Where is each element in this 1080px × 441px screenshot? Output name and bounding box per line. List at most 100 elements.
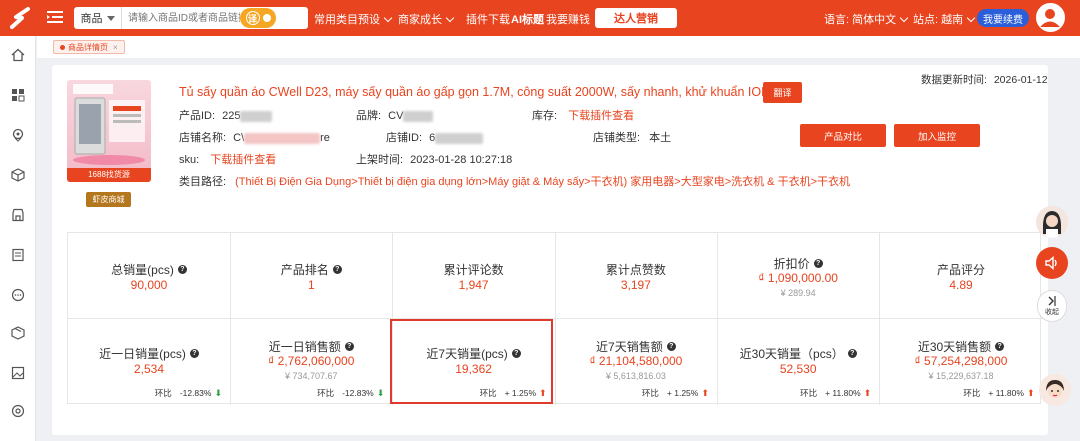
metric-value: 90,000: [130, 278, 168, 292]
shop-type-label: 店铺类型:: [593, 132, 641, 144]
nav-ai-title[interactable]: AI标题: [511, 11, 544, 27]
category-path-label: 类目路径:: [179, 176, 227, 188]
metric-sub-value: ¥ 734,707.67: [285, 371, 338, 381]
nav-plugin-download[interactable]: 插件下载: [466, 11, 510, 27]
metric-label-text: 近30天销售额: [917, 340, 992, 354]
metric-value: 52,530: [779, 362, 817, 376]
home-icon[interactable]: [11, 48, 25, 62]
metric-value: 3,197: [620, 278, 651, 292]
translate-toggle[interactable]: 译: [240, 8, 276, 28]
left-sidebar: [0, 36, 36, 441]
source-1688-badge[interactable]: 1688找货源: [67, 168, 151, 182]
product-id-value[interactable]: 225: [222, 110, 240, 122]
user-avatar[interactable]: [1036, 3, 1065, 32]
document-icon[interactable]: [11, 248, 25, 262]
menu-toggle-icon[interactable]: [47, 10, 63, 24]
nav-label: 常用类目预设: [314, 14, 380, 26]
add-monitor-button[interactable]: 加入监控: [894, 124, 980, 147]
product-photo: [73, 84, 145, 165]
site-select[interactable]: 站点: 越南: [913, 11, 976, 27]
category-path-row: 类目路径: (Thiết Bị Điện Gia Dụng>Thiết bị đ…: [179, 173, 850, 189]
search-icon: [286, 11, 301, 26]
brand-label: 品牌:: [356, 110, 382, 122]
sound-button[interactable]: [1036, 247, 1068, 279]
arrow-up-icon: ⬆: [701, 387, 709, 398]
language-select[interactable]: 语言: 简体中文: [824, 11, 909, 27]
chat-icon[interactable]: [11, 288, 25, 302]
settings-icon[interactable]: [11, 404, 25, 418]
customer-service-avatar[interactable]: [1036, 206, 1068, 238]
nav-label: 商家成长: [398, 14, 442, 26]
nav-earn-money[interactable]: 我要赚钱: [546, 11, 590, 27]
search-type-select[interactable]: 商品: [74, 7, 122, 29]
close-icon[interactable]: ×: [113, 43, 118, 52]
site-label: 站点: 越南: [913, 14, 964, 26]
dashboard-icon[interactable]: [11, 88, 25, 102]
brand-value: CV: [388, 110, 404, 122]
search-button[interactable]: [278, 7, 308, 29]
metric-label: 近一日销量(pcs)?: [68, 345, 230, 362]
metrics-grid: 总销量(pcs)? 90,000 产品排名? 1 累计评论数 1,947 累计点赞数 3,19…: [67, 232, 1043, 405]
compare-button[interactable]: 产品对比: [800, 124, 886, 147]
help-icon[interactable]: ?: [177, 265, 187, 274]
stock-download-link[interactable]: 下载插件查看: [568, 110, 634, 122]
store-icon[interactable]: [11, 208, 25, 222]
metric-label-text: 产品排名: [280, 263, 329, 277]
nav-merchant-growth[interactable]: 商家成长: [398, 11, 455, 27]
help-icon[interactable]: ?: [666, 342, 676, 351]
metric-value: ₫ 1,090,000.00: [758, 271, 838, 285]
app-logo-icon[interactable]: [6, 4, 34, 32]
top-bar: 商品 译 常用类目预设 商家成长 插件下载 AI标题 我要赚钱 达人营销 语言:…: [0, 0, 1080, 36]
help-icon[interactable]: ?: [189, 349, 199, 358]
assistant-avatar[interactable]: [1039, 374, 1071, 406]
metric-cell: 产品评分 4.89: [879, 233, 1043, 319]
location-icon[interactable]: [11, 128, 25, 142]
renew-button[interactable]: 我要续费: [977, 9, 1029, 27]
metric-cell: 累计评论数 1,947: [392, 233, 556, 319]
help-icon[interactable]: ?: [995, 342, 1005, 351]
tab-product-detail[interactable]: 商品详情页 ×: [53, 40, 125, 54]
ratio-label: 环比: [317, 388, 335, 398]
help-icon[interactable]: ?: [344, 342, 354, 351]
help-icon[interactable]: ?: [332, 265, 342, 274]
category-path-link[interactable]: (Thiết Bị Điện Gia Dụng>Thiết bị điện gi…: [235, 176, 850, 188]
ratio-value: -12.83%: [179, 388, 212, 398]
chevron-down-icon: [966, 13, 976, 22]
nav-category-preset[interactable]: 常用类目预设: [314, 11, 393, 27]
metric-label: 近30天销量（pcs）?: [717, 345, 879, 362]
sku-download-link[interactable]: 下载插件查看: [210, 154, 276, 166]
ratio-label: 环比: [963, 388, 981, 398]
translate-button[interactable]: 翻译: [763, 82, 802, 103]
shop-name-value[interactable]: C\: [233, 132, 244, 144]
image-icon[interactable]: [11, 366, 25, 380]
metric-ratio: 环比 + 11.80% ⬆: [963, 387, 1034, 399]
tab-strip: 商品详情页 ×: [37, 36, 1080, 58]
metric-label-text: 总销量(pcs): [111, 263, 174, 277]
update-label: 数据更新时间:: [921, 74, 987, 86]
product-image[interactable]: 1688找货源: [67, 80, 151, 182]
shop-type-row: 店铺类型: 本土: [593, 129, 671, 145]
metric-label: 产品评分: [880, 261, 1043, 278]
cube-icon[interactable]: [11, 168, 25, 182]
metric-sub-value: ¥ 15,229,637.18: [928, 371, 994, 381]
ratio-value: + 1.25%: [666, 388, 699, 398]
product-title[interactable]: Tủ sấy quần áo CWell D23, máy sấy quần á…: [179, 85, 770, 99]
influencer-marketing-button[interactable]: 达人营销: [595, 8, 677, 28]
listed-time-label: 上架时间:: [356, 154, 404, 166]
collapse-button[interactable]: 收起: [1037, 290, 1067, 322]
package-icon[interactable]: [11, 326, 25, 340]
metric-label-text: 近一日销量(pcs): [99, 347, 186, 361]
help-icon[interactable]: ?: [847, 349, 857, 358]
arrow-down-icon: ⬇: [214, 387, 222, 398]
tab-label: 商品详情页: [68, 42, 108, 52]
search-input[interactable]: [128, 8, 240, 28]
metric-cell: 近30天销售额? ₫ 57,254,298,000 ¥ 15,229,637.18 环…: [880, 319, 1043, 405]
shop-name-row: 店铺名称: C\ re: [179, 129, 330, 145]
metric-label: 产品排名?: [230, 261, 392, 278]
metric-label: 近30天销售额?: [880, 338, 1043, 355]
nav-label: 我要赚钱: [546, 14, 590, 26]
metric-label: 折扣价?: [717, 255, 879, 272]
stock-row: 库存: 下载插件查看: [532, 107, 634, 123]
active-dot: [60, 44, 65, 50]
help-icon[interactable]: ?: [813, 259, 823, 268]
